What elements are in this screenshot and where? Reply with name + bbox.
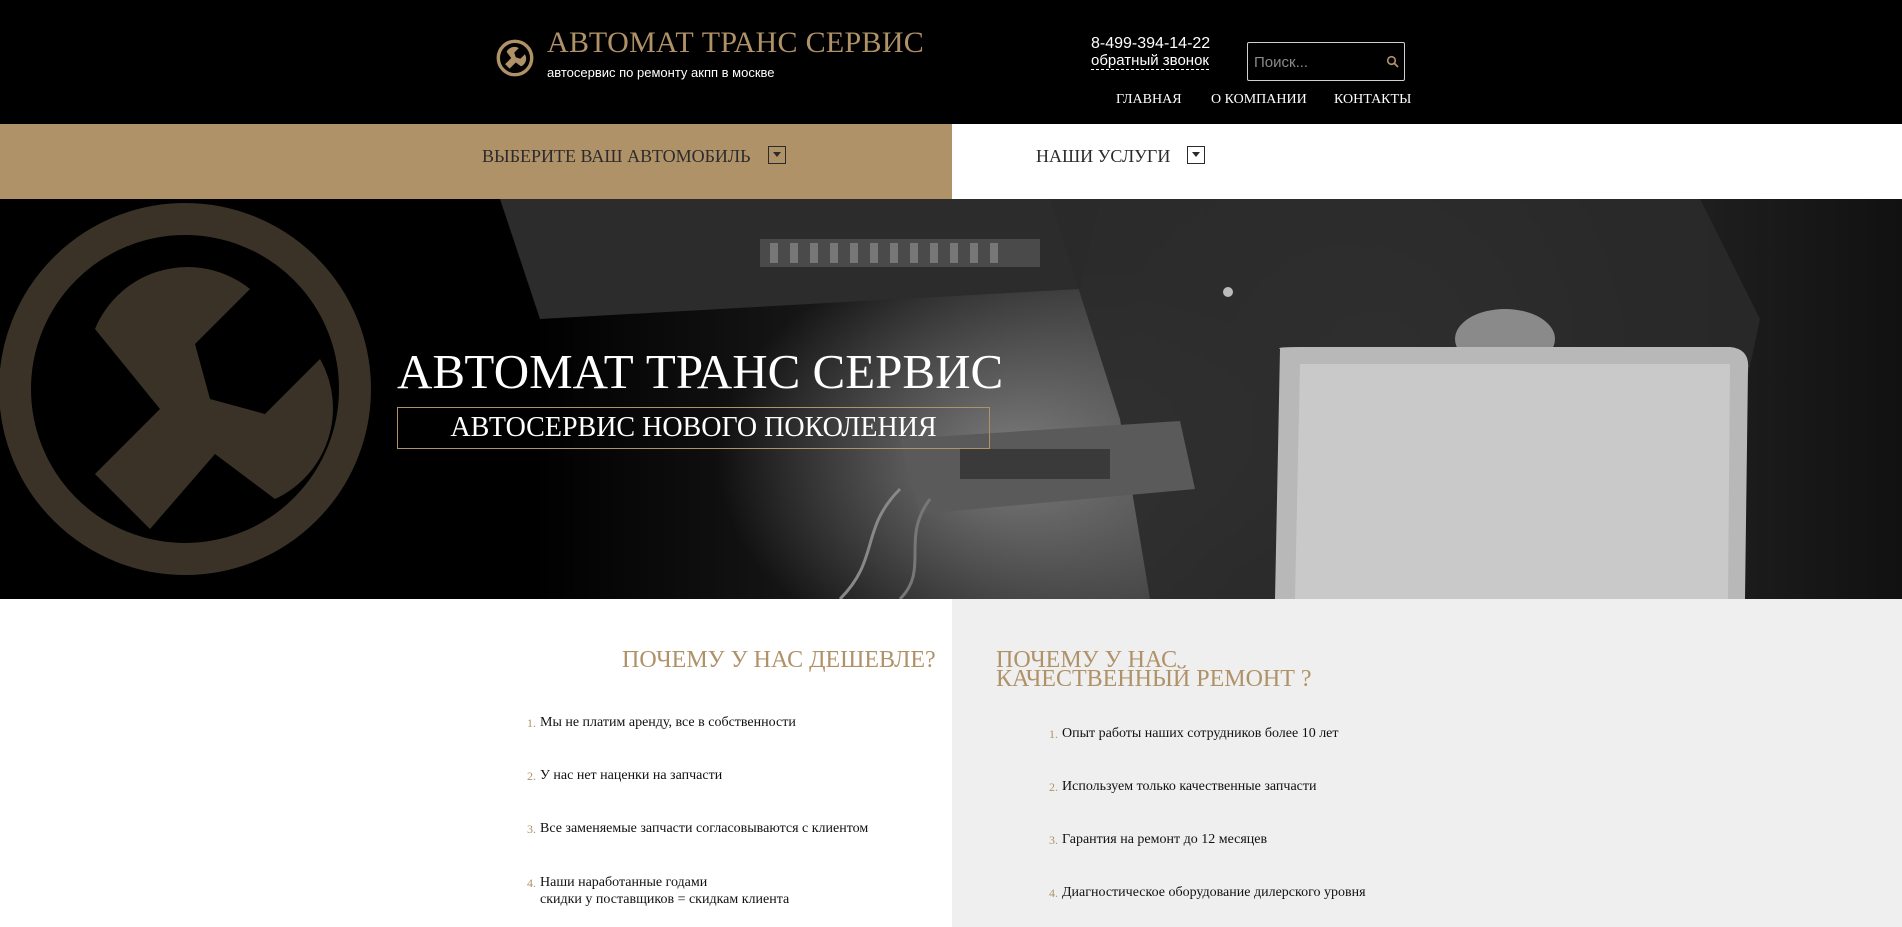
hero-subtitle-frame: АВТОСЕРВИС НОВОГО ПОКОЛЕНИЯ bbox=[397, 407, 990, 449]
services-selector-label[interactable]: НАШИ УСЛУГИ bbox=[1036, 146, 1170, 167]
cheaper-number-1: 1. bbox=[527, 716, 536, 730]
quality-title-line-2: КАЧЕСТВЕННЫЙ РЕМОНТ ? bbox=[996, 666, 1312, 692]
car-selector-label[interactable]: ВЫБЕРИТЕ ВАШ АВТОМОБИЛЬ bbox=[482, 146, 750, 167]
quality-item-2: Используем только качественные запчасти bbox=[1062, 779, 1317, 794]
quality-number-1: 1. bbox=[1049, 727, 1058, 741]
hero-title: АВТОМАТ ТРАНС СЕРВИС bbox=[397, 344, 1004, 399]
logo-subtitle: автосервис по ремонту акпп в москве bbox=[547, 65, 775, 80]
search-icon[interactable] bbox=[1386, 55, 1400, 69]
callback-link[interactable]: обратный звонок bbox=[1091, 53, 1209, 70]
car-selector-bar bbox=[0, 124, 952, 199]
nav-contacts[interactable]: КОНТАКТЫ bbox=[1334, 92, 1411, 108]
cheaper-item-1: Мы не платим аренду, все в собственности bbox=[540, 715, 796, 730]
logo-title[interactable]: АВТОМАТ ТРАНС СЕРВИС bbox=[547, 28, 924, 58]
quality-number-3: 3. bbox=[1049, 833, 1058, 847]
cheaper-item-2: У нас нет наценки на запчасти bbox=[540, 768, 723, 783]
quality-item-3: Гарантия на ремонт до 12 месяцев bbox=[1062, 832, 1268, 847]
cheaper-title: ПОЧЕМУ У НАС ДЕШЕВЛЕ? bbox=[622, 647, 936, 673]
services-dropdown-icon[interactable] bbox=[1187, 146, 1205, 164]
site-header: АВТОМАТ ТРАНС СЕРВИС автосервис по ремон… bbox=[0, 0, 1902, 124]
car-dropdown-icon[interactable] bbox=[768, 146, 786, 164]
quality-number-4: 4. bbox=[1049, 886, 1058, 900]
hero-banner: АВТОМАТ ТРАНС СЕРВИС АВТОСЕРВИС НОВОГО П… bbox=[0, 199, 1902, 599]
cheaper-item-3: Все заменяемые запчасти согласовываются … bbox=[540, 821, 869, 836]
cheaper-item-4-line-2: скидки у поставщиков = скидкам клиента bbox=[540, 892, 790, 907]
search-input[interactable] bbox=[1252, 49, 1384, 76]
cheaper-item-4-line-1: Наши наработанные годами bbox=[540, 875, 708, 890]
hero-subtitle: АВТОСЕРВИС НОВОГО ПОКОЛЕНИЯ bbox=[450, 412, 937, 443]
search-box bbox=[1247, 42, 1405, 81]
cheaper-number-4: 4. bbox=[527, 876, 536, 890]
wrench-logo-icon[interactable] bbox=[496, 39, 534, 77]
quality-item-1: Опыт работы наших сотрудников более 10 л… bbox=[1062, 726, 1339, 741]
nav-home[interactable]: ГЛАВНАЯ bbox=[1116, 92, 1182, 108]
quality-item-4: Диагностическое оборудование дилерского … bbox=[1062, 885, 1366, 900]
quality-number-2: 2. bbox=[1049, 780, 1058, 794]
cheaper-number-3: 3. bbox=[527, 822, 536, 836]
phone-number[interactable]: 8-499-394-14-22 bbox=[1091, 36, 1210, 52]
cheaper-number-2: 2. bbox=[527, 769, 536, 783]
wrench-watermark-icon bbox=[0, 203, 371, 575]
nav-about[interactable]: О КОМПАНИИ bbox=[1211, 92, 1307, 108]
